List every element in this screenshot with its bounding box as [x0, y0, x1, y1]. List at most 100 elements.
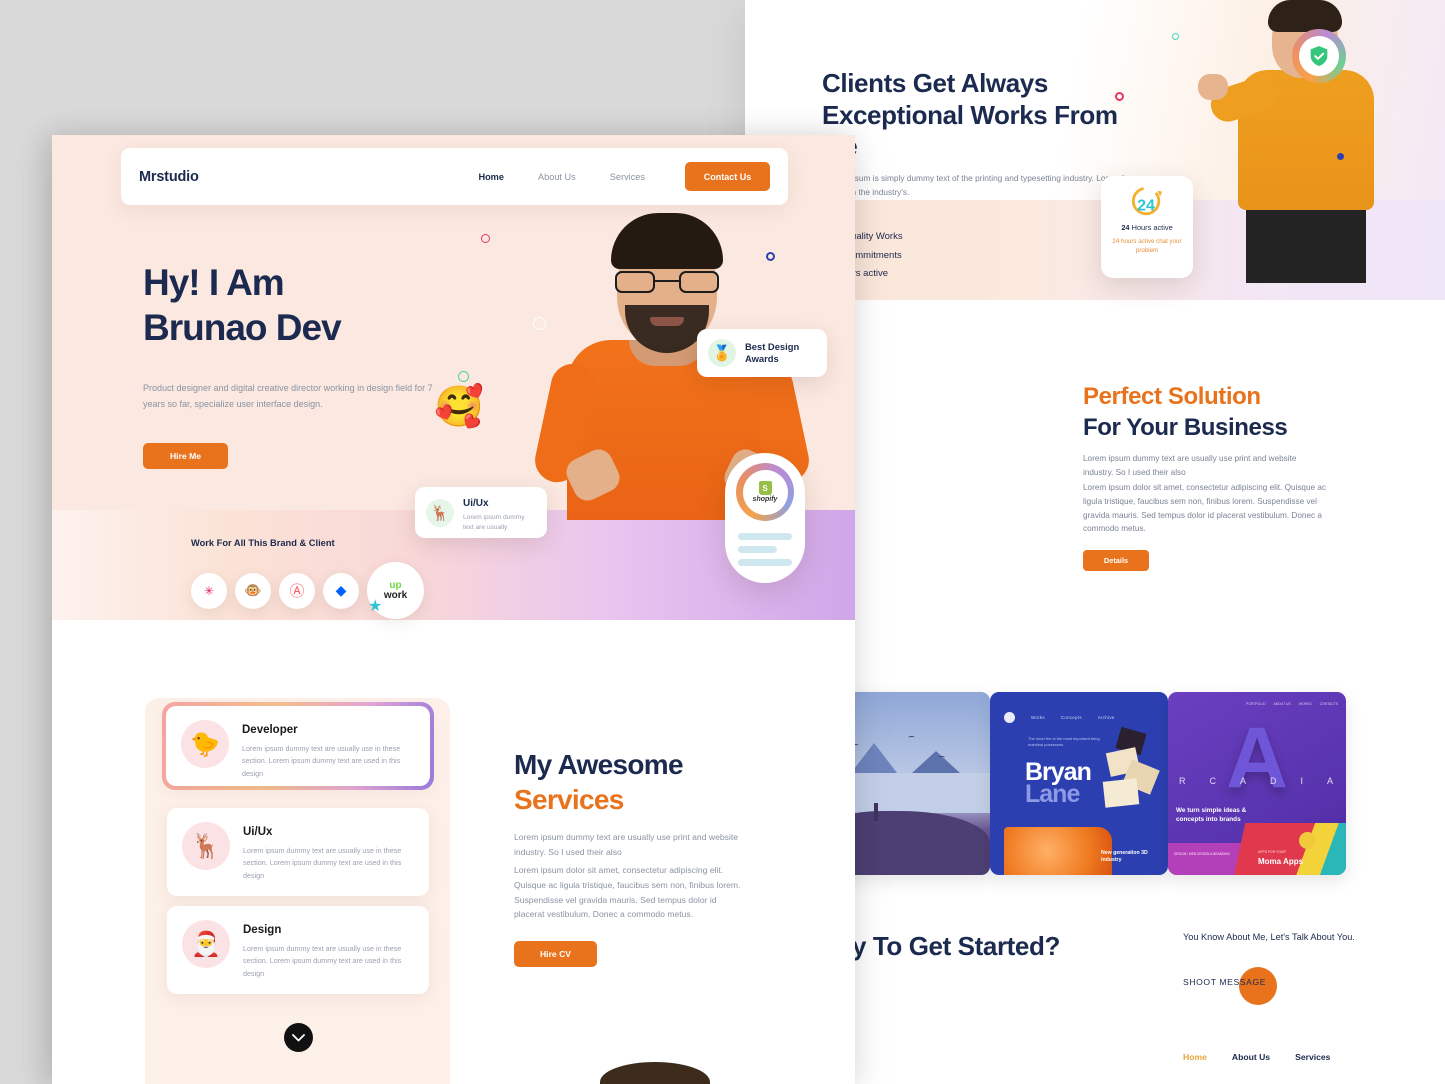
navbar: Mrstudio Home About Us Services Contact … — [121, 148, 788, 205]
service-card-desc: Lorem ipsum dummy text are usually use i… — [243, 845, 414, 882]
awesome-paragraph-2: Lorem ipsum dolor sit amet, consectetur … — [514, 863, 742, 922]
solution-paragraph-2: Lorem ipsum dolor sit amet, consectetur … — [1083, 481, 1333, 536]
decor-dot-green — [458, 371, 469, 382]
award-line-1: Best Design — [745, 341, 799, 352]
services-card-active-frame: 🐤 Developer Lorem ipsum dummy text are u… — [162, 702, 434, 790]
awesome-title-orange: Services — [514, 782, 683, 817]
project-card-arcadia[interactable]: PORTFOLIO ABOUT US WORKS CONTACTS A R C … — [1168, 692, 1346, 875]
nav-item-about[interactable]: About Us — [538, 172, 576, 182]
footer-nav: Home About Us Services — [1183, 1052, 1330, 1062]
project3-nav-item: WORKS — [1299, 702, 1312, 706]
shoot-message-button[interactable]: SHOOT MESSAGE — [1183, 970, 1266, 994]
cta-right-text: You Know About Me, Let's Talk About You. — [1183, 930, 1358, 944]
service-card-text: Design Lorem ipsum dummy text are usuall… — [243, 920, 414, 980]
service-card-title: Developer — [242, 724, 298, 736]
chevron-down-icon — [292, 1034, 305, 1042]
scroll-down-button[interactable] — [284, 1023, 313, 1052]
solution-title: Perfect Solution For Your Business — [1083, 382, 1383, 443]
project2-nav-item: Archive — [1098, 715, 1115, 720]
hero-paragraph: Product designer and digital creative di… — [143, 381, 443, 413]
project-card-bryan-lane[interactable]: Works Concepts Archive The inner fire is… — [990, 692, 1168, 875]
shopify-logo-ring: S shopify — [736, 463, 794, 521]
contact-us-button[interactable]: Contact Us — [685, 162, 770, 191]
dropbox-logo-icon[interactable]: ◆ — [323, 573, 359, 609]
hire-me-button[interactable]: Hire Me — [143, 443, 228, 469]
project2-3d-object — [1100, 730, 1162, 808]
footer-nav-about[interactable]: About Us — [1232, 1052, 1270, 1062]
solution-title-dark: For Your Business — [1083, 413, 1383, 444]
santa-hat-heart-eyes-emoji: 🥰 — [434, 387, 484, 427]
hours-number: 24 — [1121, 223, 1129, 232]
decor-dot-blue — [1337, 153, 1344, 160]
footer-nav-home[interactable]: Home — [1183, 1052, 1207, 1062]
uiux-card-text: Ui/Ux Lorem ipsum dummy text are usually — [463, 493, 536, 532]
hero-heading-line2: Brunao Dev — [143, 307, 341, 348]
brands-title: Work For All This Brand & Client — [191, 538, 335, 548]
service-card-title: Design — [243, 924, 281, 936]
project3-nav: PORTFOLIO ABOUT US WORKS CONTACTS — [1246, 702, 1338, 706]
shield-check-badge — [1292, 29, 1346, 83]
shoot-message-label: SHOOT MESSAGE — [1183, 977, 1266, 987]
upwork-up: up — [389, 581, 401, 591]
back-hero-title: Clients Get Always Exceptional Works Fro… — [822, 68, 1152, 163]
project3-circle-decor — [1299, 832, 1316, 849]
nav-item-services[interactable]: Services — [610, 172, 645, 182]
hours-active-title: 24 Hours active — [1107, 223, 1187, 232]
slack-logo-icon[interactable]: ✳ — [191, 573, 227, 609]
project3-letter: R — [1179, 776, 1188, 786]
project3-letter: C — [1209, 776, 1218, 786]
project2-nav-item: Works — [1031, 715, 1045, 720]
solution-paragraph-1: Lorem ipsum dummy text are usually use p… — [1083, 452, 1328, 480]
awesome-title-dark: My Awesome — [514, 747, 683, 782]
project2-lead: The inner fire is the most important thi… — [1028, 736, 1100, 749]
service-card-text: Ui/Ux Lorem ipsum dummy text are usually… — [243, 822, 414, 882]
service-card-design[interactable]: 🎅 Design Lorem ipsum dummy text are usua… — [167, 906, 429, 994]
hero-heading-line1: Hy! I Am — [143, 262, 284, 303]
footer-nav-services[interactable]: Services — [1295, 1052, 1330, 1062]
project3-promo-sub: APPS FOR YOUR — [1258, 850, 1286, 854]
service-card-title: Ui/Ux — [243, 826, 272, 838]
hours-text: Hours active — [1130, 223, 1173, 232]
project3-letter: D — [1270, 776, 1279, 786]
project3-promo-title: Moma Apps — [1258, 857, 1303, 866]
upwork-work: work — [384, 591, 407, 601]
award-line-2: Awards — [745, 353, 779, 364]
shopify-label: shopify — [753, 496, 778, 503]
front-page-panel: Mrstudio Home About Us Services Contact … — [52, 135, 855, 1084]
reindeer-emoji-icon: 🦌 — [182, 822, 230, 870]
nav-item-home[interactable]: Home — [478, 172, 504, 182]
hire-cv-button[interactable]: Hire CV — [514, 941, 597, 967]
uiux-floating-card: 🦌 Ui/Ux Lorem ipsum dummy text are usual… — [415, 487, 547, 538]
screenshot-stage: Clients Get Always Exceptional Works Fro… — [0, 0, 1445, 1084]
solution-title-orange: Perfect Solution — [1083, 382, 1383, 413]
bullet-item: 24 Hours active — [822, 265, 1082, 284]
uiux-card-title: Ui/Ux — [463, 498, 489, 509]
awesome-services-title: My Awesome Services — [514, 747, 683, 818]
project3-promo-tag: DESIGN / WEB DESIGN & BRANDING — [1174, 852, 1230, 856]
decor-dot-white — [533, 317, 546, 330]
service-card-uiux[interactable]: 🦌 Ui/Ux Lorem ipsum dummy text are usual… — [167, 808, 429, 896]
details-button[interactable]: Details — [1083, 550, 1149, 571]
hours-active-card: 24 24 Hours active 24 hours active chat … — [1101, 176, 1193, 278]
project2-logo-dot — [1004, 712, 1015, 723]
brand-logo[interactable]: Mrstudio — [139, 169, 199, 185]
service-card-text: Developer Lorem ipsum dummy text are usu… — [242, 720, 415, 772]
project2-nav-item: Concepts — [1061, 715, 1082, 720]
airbnb-logo-icon[interactable]: Ⓐ — [279, 573, 315, 609]
bullet-item: Best Quality Works — [822, 228, 1082, 247]
decor-dot-pink — [1115, 92, 1124, 101]
project3-letter: A — [1240, 776, 1248, 786]
santa-hat-emoji-icon: 🎅 — [182, 920, 230, 968]
service-card-developer[interactable]: 🐤 Developer Lorem ipsum dummy text are u… — [166, 706, 430, 786]
best-design-awards-card: 🏅 Best Design Awards — [697, 329, 827, 377]
shopify-floating-card: S shopify — [725, 453, 805, 583]
shopify-logo: S shopify — [743, 470, 788, 515]
back-hero-bullets: Best Quality Works Fast Commitments 24 H… — [822, 228, 1082, 284]
mailchimp-logo-icon[interactable]: 🐵 — [235, 573, 271, 609]
hero-heading: Hy! I Am Brunao Dev — [143, 260, 341, 350]
project3-nav-item: ABOUT US — [1274, 702, 1291, 706]
project3-caption: We turn simple ideas & concepts into bra… — [1176, 806, 1250, 825]
awesome-paragraph-1: Lorem ipsum dummy text are usually use p… — [514, 830, 769, 860]
uiux-card-sub: Lorem ipsum dummy text are usually — [463, 513, 536, 532]
skeleton-lines — [738, 533, 792, 566]
